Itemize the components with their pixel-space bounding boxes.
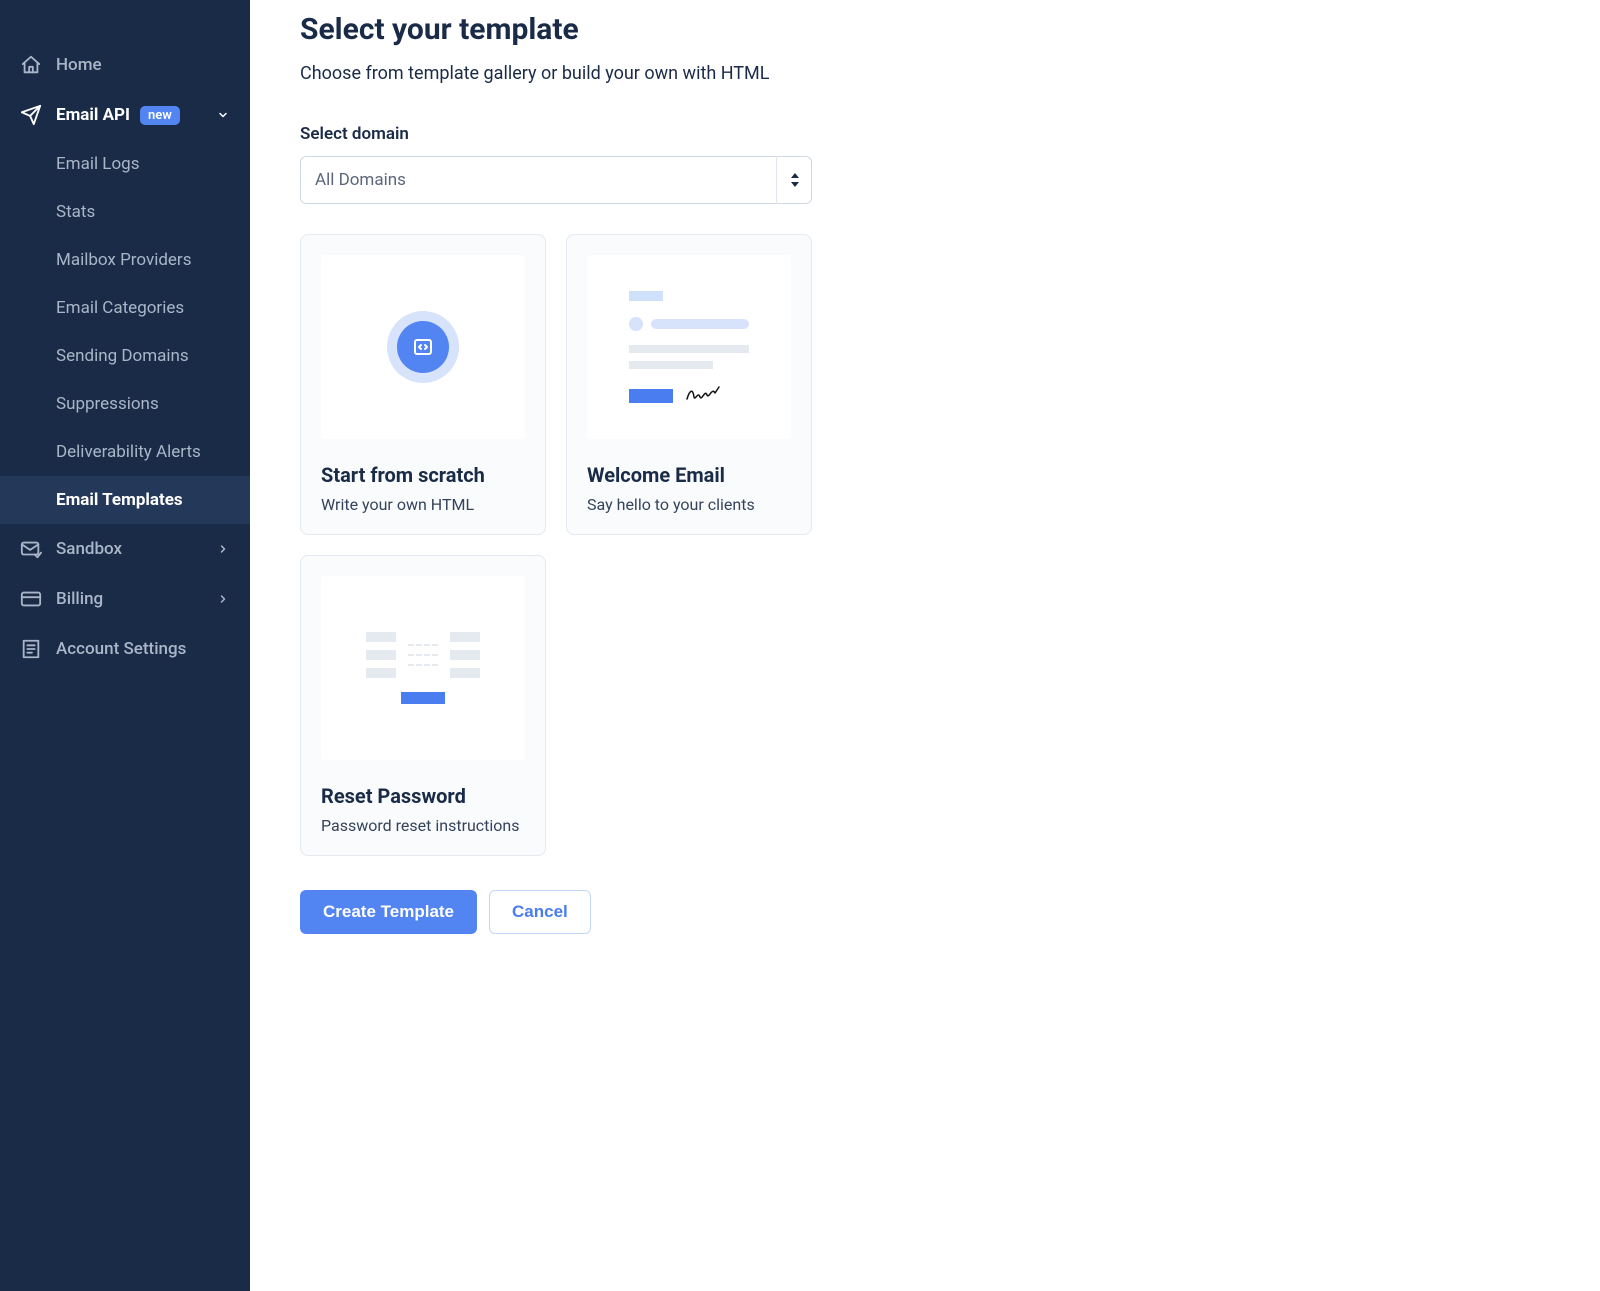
scratch-icon-outer — [387, 311, 459, 383]
sidebar-item-label: Home — [56, 55, 102, 75]
sidebar-item-label: Email Templates — [56, 490, 183, 510]
home-icon — [20, 54, 42, 76]
template-desc: Write your own HTML — [321, 495, 525, 514]
domain-field-label: Select domain — [300, 124, 1550, 144]
welcome-preview-graphic — [629, 291, 749, 403]
document-icon — [20, 638, 42, 660]
sidebar: Home Email API new Email Logs Stats Mail… — [0, 0, 250, 1291]
reset-preview-graphic — [353, 632, 493, 704]
template-card-reset-password[interactable]: Reset Password Password reset instructio… — [300, 555, 546, 856]
page-title: Select your template — [300, 12, 1550, 47]
domain-select[interactable]: All Domains — [300, 156, 812, 204]
sidebar-item-label: Email Categories — [56, 298, 184, 318]
credit-card-icon — [20, 588, 42, 610]
sidebar-item-billing[interactable]: Billing — [0, 574, 250, 624]
new-badge: new — [140, 106, 180, 125]
template-title: Reset Password — [321, 784, 525, 808]
sidebar-item-label: Account Settings — [56, 639, 186, 659]
signature-icon — [685, 383, 721, 403]
sidebar-item-deliverability-alerts[interactable]: Deliverability Alerts — [0, 428, 250, 476]
template-card-scratch[interactable]: Start from scratch Write your own HTML — [300, 234, 546, 535]
create-template-button[interactable]: Create Template — [300, 890, 477, 934]
sidebar-item-home[interactable]: Home — [0, 40, 250, 90]
template-title: Welcome Email — [587, 463, 791, 487]
sidebar-item-label: Mailbox Providers — [56, 250, 191, 270]
chevron-right-icon — [216, 542, 230, 556]
template-desc: Password reset instructions — [321, 816, 525, 835]
mail-check-icon — [20, 538, 42, 560]
sidebar-item-label: Email Logs — [56, 154, 139, 174]
sidebar-item-label: Sending Domains — [56, 346, 189, 366]
sidebar-item-label: Sandbox — [56, 539, 122, 559]
sidebar-item-stats[interactable]: Stats — [0, 188, 250, 236]
sidebar-item-label: Email API — [56, 105, 130, 125]
sidebar-item-sandbox[interactable]: Sandbox — [0, 524, 250, 574]
action-buttons: Create Template Cancel — [300, 890, 1550, 934]
template-preview — [321, 576, 525, 760]
template-title: Start from scratch — [321, 463, 525, 487]
sidebar-item-label: Suppressions — [56, 394, 159, 414]
sidebar-item-label: Stats — [56, 202, 95, 222]
domain-select-wrap: All Domains — [300, 156, 812, 204]
sidebar-item-email-categories[interactable]: Email Categories — [0, 284, 250, 332]
sidebar-item-email-templates[interactable]: Email Templates — [0, 476, 250, 524]
send-icon — [20, 104, 42, 126]
main-content: Select your template Choose from templat… — [250, 0, 1600, 1291]
sidebar-subnav-email-api: Email Logs Stats Mailbox Providers Email… — [0, 140, 250, 524]
sidebar-item-account-settings[interactable]: Account Settings — [0, 624, 250, 674]
page-subtitle: Choose from template gallery or build yo… — [300, 63, 1550, 84]
chevron-down-icon — [216, 108, 230, 122]
sidebar-item-email-api[interactable]: Email API new — [0, 90, 250, 140]
code-icon — [397, 321, 449, 373]
template-card-welcome[interactable]: Welcome Email Say hello to your clients — [566, 234, 812, 535]
sidebar-item-label: Billing — [56, 589, 103, 609]
template-preview — [587, 255, 791, 439]
chevron-right-icon — [216, 592, 230, 606]
sidebar-item-sending-domains[interactable]: Sending Domains — [0, 332, 250, 380]
template-desc: Say hello to your clients — [587, 495, 791, 514]
template-cards: Start from scratch Write your own HTML — [300, 234, 840, 856]
sidebar-item-suppressions[interactable]: Suppressions — [0, 380, 250, 428]
sidebar-item-mailbox-providers[interactable]: Mailbox Providers — [0, 236, 250, 284]
sidebar-item-email-logs[interactable]: Email Logs — [0, 140, 250, 188]
cancel-button[interactable]: Cancel — [489, 890, 591, 934]
template-preview — [321, 255, 525, 439]
sidebar-item-label: Deliverability Alerts — [56, 442, 201, 462]
domain-select-value: All Domains — [315, 170, 406, 190]
